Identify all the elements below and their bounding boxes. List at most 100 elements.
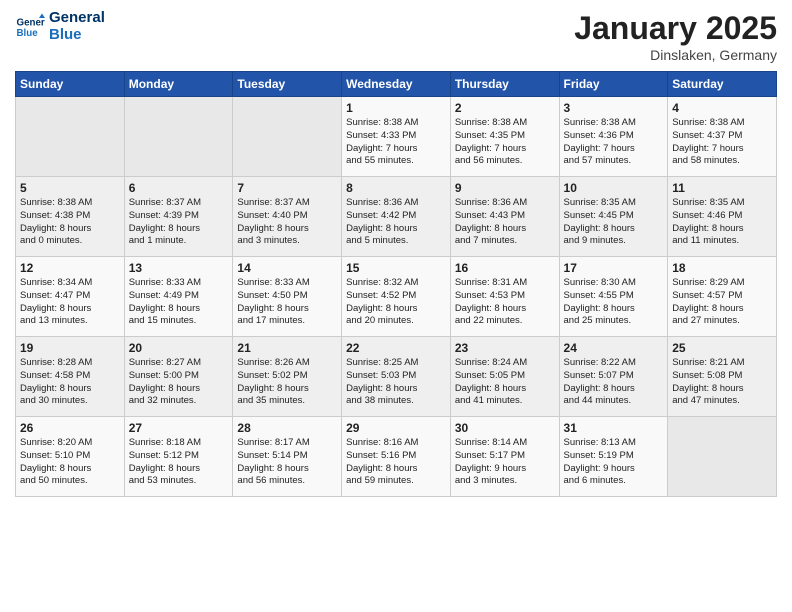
day-info: Sunrise: 8:28 AM Sunset: 4:58 PM Dayligh…: [20, 357, 120, 408]
day-number: 29: [346, 421, 446, 435]
day-number: 17: [564, 261, 664, 275]
calendar-cell: 11Sunrise: 8:35 AM Sunset: 4:46 PM Dayli…: [668, 177, 777, 257]
calendar-cell: 16Sunrise: 8:31 AM Sunset: 4:53 PM Dayli…: [450, 257, 559, 337]
logo-line2: Blue: [49, 27, 105, 44]
calendar-cell: 5 Sunrise: 8:38 AM Sunset: 4:38 PM Daylig…: [16, 177, 125, 257]
day-info: Sunrise: 8:29 AM Sunset: 4:57 PM Dayligh…: [672, 277, 772, 328]
calendar-cell: 13 Sunrise: 8:33 AM Sunset: 4:49 PM Dayli…: [124, 257, 233, 337]
calendar-cell: 10 Sunrise: 8:35 AM Sunset: 4:45 PM Dayli…: [559, 177, 668, 257]
day-number: 14: [237, 261, 337, 275]
calendar-cell: 14 Sunrise: 8:33 AM Sunset: 4:50 PM Dayli…: [233, 257, 342, 337]
day-number: 4: [672, 101, 772, 115]
day-of-week-header: Sunday: [16, 72, 125, 97]
day-number: 23: [455, 341, 555, 355]
calendar-cell: 12Sunrise: 8:34 AM Sunset: 4:47 PM Dayli…: [16, 257, 125, 337]
day-of-week-header: Friday: [559, 72, 668, 97]
day-of-week-header: Saturday: [668, 72, 777, 97]
calendar-cell: 2 Sunrise: 8:38 AM Sunset: 4:35 PM Daylig…: [450, 97, 559, 177]
calendar-cell: 7Sunrise: 8:37 AM Sunset: 4:40 PM Daylig…: [233, 177, 342, 257]
calendar-table: SundayMondayTuesdayWednesdayThursdayFrid…: [15, 71, 777, 497]
calendar-cell: 9Sunrise: 8:36 AM Sunset: 4:43 PM Daylig…: [450, 177, 559, 257]
day-number: 26: [20, 421, 120, 435]
calendar-week-row: 1 Sunrise: 8:38 AM Sunset: 4:33 PM Daylig…: [16, 97, 777, 177]
calendar-cell: [668, 417, 777, 497]
day-number: 22: [346, 341, 446, 355]
day-info: Sunrise: 8:14 AM Sunset: 5:17 PM Dayligh…: [455, 437, 555, 488]
day-number: 15: [346, 261, 446, 275]
calendar-cell: 25Sunrise: 8:21 AM Sunset: 5:08 PM Dayli…: [668, 337, 777, 417]
day-info: Sunrise: 8:24 AM Sunset: 5:05 PM Dayligh…: [455, 357, 555, 408]
day-of-week-header: Monday: [124, 72, 233, 97]
day-number: 20: [129, 341, 229, 355]
day-info: Sunrise: 8:16 AM Sunset: 5:16 PM Dayligh…: [346, 437, 446, 488]
page-header: General Blue General Blue January 2025 D…: [15, 10, 777, 63]
day-info: Sunrise: 8:34 AM Sunset: 4:47 PM Dayligh…: [20, 277, 120, 328]
day-info: Sunrise: 8:17 AM Sunset: 5:14 PM Dayligh…: [237, 437, 337, 488]
calendar-cell: 17 Sunrise: 8:30 AM Sunset: 4:55 PM Dayli…: [559, 257, 668, 337]
day-number: 28: [237, 421, 337, 435]
calendar-week-row: 26 Sunrise: 8:20 AM Sunset: 5:10 PM Dayli…: [16, 417, 777, 497]
calendar-cell: 3Sunrise: 8:38 AM Sunset: 4:36 PM Daylig…: [559, 97, 668, 177]
calendar-cell: 22 Sunrise: 8:25 AM Sunset: 5:03 PM Dayli…: [342, 337, 451, 417]
calendar-cell: 26 Sunrise: 8:20 AM Sunset: 5:10 PM Dayli…: [16, 417, 125, 497]
calendar-cell: 20 Sunrise: 8:27 AM Sunset: 5:00 PM Dayli…: [124, 337, 233, 417]
day-number: 19: [20, 341, 120, 355]
svg-text:Blue: Blue: [17, 28, 39, 39]
logo-icon: General Blue: [15, 12, 45, 42]
calendar-cell: 30 Sunrise: 8:14 AM Sunset: 5:17 PM Dayli…: [450, 417, 559, 497]
svg-text:General: General: [17, 17, 46, 28]
day-info: Sunrise: 8:36 AM Sunset: 4:43 PM Dayligh…: [455, 197, 555, 248]
calendar-cell: 29 Sunrise: 8:16 AM Sunset: 5:16 PM Dayli…: [342, 417, 451, 497]
calendar-cell: 4Sunrise: 8:38 AM Sunset: 4:37 PM Daylig…: [668, 97, 777, 177]
day-info: Sunrise: 8:30 AM Sunset: 4:55 PM Dayligh…: [564, 277, 664, 328]
day-number: 11: [672, 181, 772, 195]
calendar-subtitle: Dinslaken, Germany: [574, 47, 777, 63]
calendar-cell: [16, 97, 125, 177]
calendar-week-row: 5 Sunrise: 8:38 AM Sunset: 4:38 PM Daylig…: [16, 177, 777, 257]
day-info: Sunrise: 8:26 AM Sunset: 5:02 PM Dayligh…: [237, 357, 337, 408]
day-info: Sunrise: 8:27 AM Sunset: 5:00 PM Dayligh…: [129, 357, 229, 408]
day-number: 13: [129, 261, 229, 275]
day-info: Sunrise: 8:13 AM Sunset: 5:19 PM Dayligh…: [564, 437, 664, 488]
calendar-cell: [124, 97, 233, 177]
day-number: 24: [564, 341, 664, 355]
day-info: Sunrise: 8:18 AM Sunset: 5:12 PM Dayligh…: [129, 437, 229, 488]
day-info: Sunrise: 8:38 AM Sunset: 4:36 PM Dayligh…: [564, 117, 664, 168]
calendar-cell: 27Sunrise: 8:18 AM Sunset: 5:12 PM Dayli…: [124, 417, 233, 497]
logo-line1: General: [49, 10, 105, 27]
day-info: Sunrise: 8:25 AM Sunset: 5:03 PM Dayligh…: [346, 357, 446, 408]
day-info: Sunrise: 8:36 AM Sunset: 4:42 PM Dayligh…: [346, 197, 446, 248]
day-info: Sunrise: 8:20 AM Sunset: 5:10 PM Dayligh…: [20, 437, 120, 488]
day-number: 8: [346, 181, 446, 195]
day-info: Sunrise: 8:32 AM Sunset: 4:52 PM Dayligh…: [346, 277, 446, 328]
day-number: 2: [455, 101, 555, 115]
day-number: 18: [672, 261, 772, 275]
day-number: 6: [129, 181, 229, 195]
calendar-cell: 18 Sunrise: 8:29 AM Sunset: 4:57 PM Dayli…: [668, 257, 777, 337]
calendar-cell: 6 Sunrise: 8:37 AM Sunset: 4:39 PM Daylig…: [124, 177, 233, 257]
day-number: 10: [564, 181, 664, 195]
calendar-cell: 23 Sunrise: 8:24 AM Sunset: 5:05 PM Dayli…: [450, 337, 559, 417]
day-info: Sunrise: 8:38 AM Sunset: 4:35 PM Dayligh…: [455, 117, 555, 168]
calendar-cell: [233, 97, 342, 177]
day-number: 30: [455, 421, 555, 435]
day-info: Sunrise: 8:22 AM Sunset: 5:07 PM Dayligh…: [564, 357, 664, 408]
day-info: Sunrise: 8:35 AM Sunset: 4:45 PM Dayligh…: [564, 197, 664, 248]
day-of-week-header: Tuesday: [233, 72, 342, 97]
day-info: Sunrise: 8:37 AM Sunset: 4:39 PM Dayligh…: [129, 197, 229, 248]
day-info: Sunrise: 8:33 AM Sunset: 4:50 PM Dayligh…: [237, 277, 337, 328]
calendar-cell: 24 Sunrise: 8:22 AM Sunset: 5:07 PM Dayli…: [559, 337, 668, 417]
calendar-header-row: SundayMondayTuesdayWednesdayThursdayFrid…: [16, 72, 777, 97]
day-info: Sunrise: 8:37 AM Sunset: 4:40 PM Dayligh…: [237, 197, 337, 248]
calendar-cell: 8 Sunrise: 8:36 AM Sunset: 4:42 PM Daylig…: [342, 177, 451, 257]
day-number: 1: [346, 101, 446, 115]
calendar-cell: 28 Sunrise: 8:17 AM Sunset: 5:14 PM Dayli…: [233, 417, 342, 497]
day-info: Sunrise: 8:38 AM Sunset: 4:38 PM Dayligh…: [20, 197, 120, 248]
calendar-cell: 1 Sunrise: 8:38 AM Sunset: 4:33 PM Daylig…: [342, 97, 451, 177]
day-info: Sunrise: 8:33 AM Sunset: 4:49 PM Dayligh…: [129, 277, 229, 328]
day-of-week-header: Thursday: [450, 72, 559, 97]
day-number: 5: [20, 181, 120, 195]
day-info: Sunrise: 8:38 AM Sunset: 4:33 PM Dayligh…: [346, 117, 446, 168]
day-number: 21: [237, 341, 337, 355]
calendar-cell: 15 Sunrise: 8:32 AM Sunset: 4:52 PM Dayli…: [342, 257, 451, 337]
